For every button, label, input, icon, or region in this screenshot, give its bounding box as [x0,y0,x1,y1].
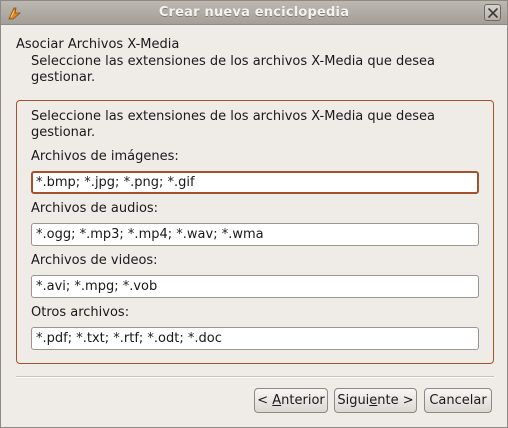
cancel-button[interactable]: Cancelar [424,388,492,413]
images-extensions-input[interactable] [31,171,479,194]
title-bar[interactable]: Crear nueva enciclopedia [1,1,507,25]
page-subtitle: Seleccione las extensiones de los archiv… [31,54,436,85]
close-button[interactable] [484,4,501,21]
back-button-rest: nterior [281,393,325,408]
other-files-extensions-input[interactable] [31,327,479,350]
button-separator [16,376,494,378]
audios-label: Archivos de audios: [31,201,159,216]
close-icon [488,8,498,18]
back-button-prefix: < [257,393,273,408]
window-title: Crear nueva enciclopedia [158,5,350,20]
images-label: Archivos de imágenes: [31,149,179,164]
videos-extensions-input[interactable] [31,275,479,298]
audios-extensions-input[interactable] [31,223,479,246]
videos-label: Archivos de videos: [31,253,158,268]
frame-description: Seleccione las extensiones de los archiv… [31,109,436,140]
next-button-rest: nte > [377,393,414,408]
back-button[interactable]: < Anterior [254,388,328,413]
other-files-label: Otros archivos: [31,305,130,320]
back-button-mnemonic: A [272,393,282,408]
page-title: Asociar Archivos X-Media [16,37,180,52]
dialog-window: Crear nueva enciclopedia Asociar Archivo… [0,0,508,428]
next-button-prefix: Sigui [337,393,370,408]
next-button[interactable]: Siguiente > [334,388,417,413]
